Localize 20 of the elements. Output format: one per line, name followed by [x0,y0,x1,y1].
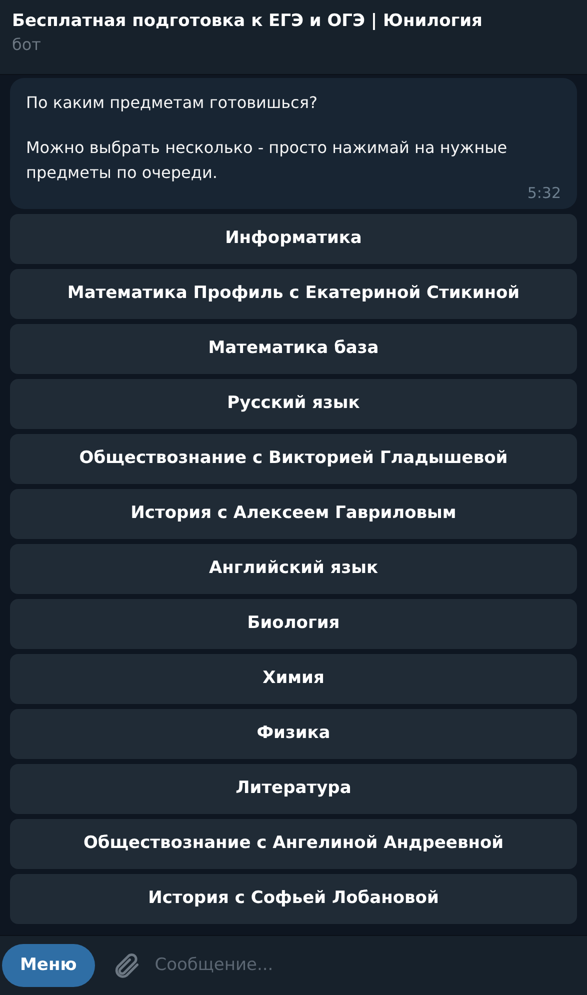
message-time: 5:32 [527,183,561,203]
keyboard-button[interactable]: Информатика [10,214,577,264]
menu-button[interactable]: Меню [2,944,95,987]
keyboard-button[interactable]: Биология [10,599,577,649]
keyboard-button[interactable]: Английский язык [10,544,577,594]
keyboard-button[interactable]: История с Алексеем Гавриловым [10,489,577,539]
chat-subtitle: бот [12,34,42,56]
keyboard-button[interactable]: Математика база [10,324,577,374]
keyboard-button[interactable]: Литература [10,764,577,814]
keyboard-button[interactable]: Обществознание с Ангелиной Андреевной [10,819,577,869]
message-input[interactable]: Сообщение... [154,952,585,978]
keyboard-button[interactable]: Математика Профиль с Екатериной Стикиной [10,269,577,319]
keyboard-button[interactable]: Химия [10,654,577,704]
keyboard-button[interactable]: Обществознание с Викторией Гладышевой [10,434,577,484]
keyboard-button[interactable]: Русский язык [10,379,577,429]
message-text: По каким предметам готовишься? [26,92,318,114]
keyboard-button[interactable]: Физика [10,709,577,759]
message-text: Можно выбрать несколько - просто нажимай на нужные предметы по очереди. [26,137,508,184]
chat-title: Бесплатная подготовка к ЕГЭ и ОГЭ | Юнилогия [12,10,484,32]
keyboard-button[interactable]: История с Софьей Лобановой [10,874,577,924]
